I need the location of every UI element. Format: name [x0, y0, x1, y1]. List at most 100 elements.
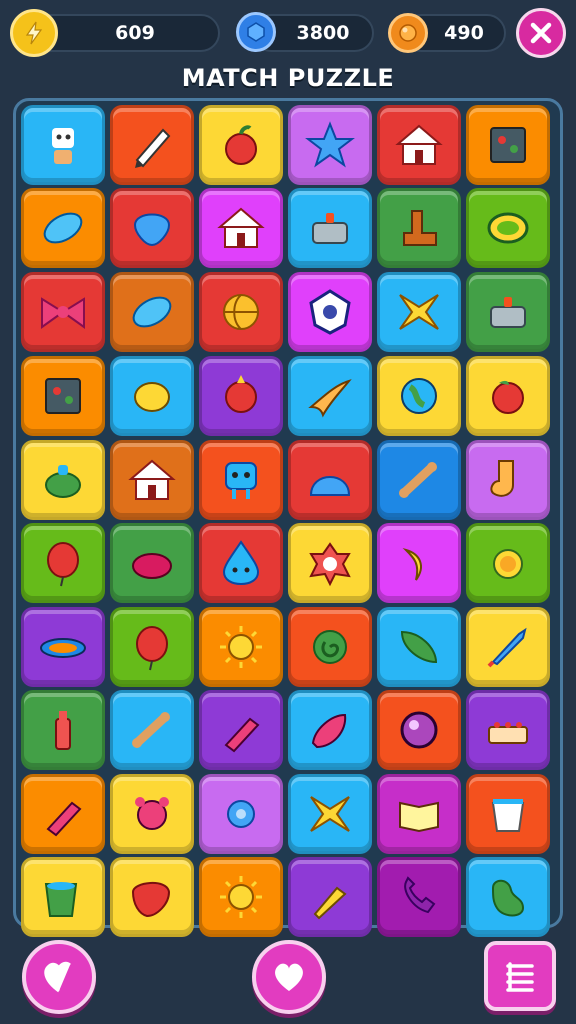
tile-r5-c4[interactable]	[288, 440, 372, 520]
bow-icon	[41, 297, 85, 329]
drop-face-icon	[222, 540, 260, 586]
tile-r1-c3[interactable]	[199, 105, 283, 185]
orb-icon	[400, 711, 438, 749]
house-icon	[217, 207, 265, 248]
tile-r6-c3[interactable]	[199, 523, 283, 603]
dome-icon	[309, 476, 351, 496]
tile-r1-c5[interactable]	[377, 105, 461, 185]
pot-icon	[312, 213, 348, 244]
tile-r10-c2[interactable]	[110, 857, 194, 937]
tile-r4-c2[interactable]	[110, 356, 194, 436]
boot-icon	[403, 210, 437, 246]
cup-icon	[491, 799, 525, 832]
tile-r8-c1[interactable]	[21, 690, 105, 770]
tile-r1-c4[interactable]	[288, 105, 372, 185]
tile-r6-c1[interactable]	[21, 523, 105, 603]
close-button[interactable]	[516, 8, 566, 58]
banana-icon	[402, 547, 422, 581]
pot-icon	[490, 297, 526, 328]
tile-r6-c2[interactable]	[110, 523, 194, 603]
teapot-icon	[45, 465, 81, 498]
left-action-button[interactable]	[22, 940, 96, 1014]
house-icon	[128, 459, 176, 500]
apple-icon	[225, 125, 257, 165]
tile-r7-c4[interactable]	[288, 607, 372, 687]
tile-r6-c5[interactable]	[377, 523, 461, 603]
bone-icon	[132, 712, 170, 748]
tile-r4-c6[interactable]	[466, 356, 550, 436]
tile-r7-c1[interactable]	[21, 607, 105, 687]
tile-r8-c4[interactable]	[288, 690, 372, 770]
heart-button[interactable]	[252, 940, 326, 1014]
leaf-icon	[400, 630, 438, 664]
tile-r7-c5[interactable]	[377, 607, 461, 687]
tile-r2-c5[interactable]	[377, 188, 461, 268]
tile-r7-c2[interactable]	[110, 607, 194, 687]
tile-r4-c4[interactable]	[288, 356, 372, 436]
blue-gem-icon	[236, 12, 276, 52]
saturn-icon	[40, 638, 86, 658]
tile-r10-c6[interactable]	[466, 857, 550, 937]
bottle-icon	[55, 711, 71, 750]
balloon-icon	[136, 626, 168, 671]
tile-r4-c3[interactable]	[199, 356, 283, 436]
tile-r7-c6[interactable]	[466, 607, 550, 687]
tile-r1-c1[interactable]	[21, 105, 105, 185]
menu-button[interactable]	[484, 941, 556, 1011]
tile-r4-c1[interactable]	[21, 356, 105, 436]
house-icon	[395, 124, 443, 165]
tile-r8-c3[interactable]	[199, 690, 283, 770]
tile-r5-c6[interactable]	[466, 440, 550, 520]
tile-r10-c5[interactable]	[377, 857, 461, 937]
sun-fruit-icon	[225, 375, 257, 413]
tile-r9-c2[interactable]	[110, 774, 194, 854]
page-title: MATCH PUZZLE	[181, 64, 395, 92]
tile-r3-c3[interactable]	[199, 272, 283, 352]
tile-r3-c2[interactable]	[110, 272, 194, 352]
sock-icon	[490, 460, 514, 497]
menu-icon	[506, 962, 534, 992]
tile-r2-c1[interactable]	[21, 188, 105, 268]
tile-r8-c2[interactable]	[110, 690, 194, 770]
tile-r1-c2[interactable]	[110, 105, 194, 185]
star-icon	[305, 121, 355, 168]
tile-r7-c3[interactable]	[199, 607, 283, 687]
tile-r4-c5[interactable]	[377, 356, 461, 436]
plum-icon	[132, 553, 172, 579]
tile-r5-c5[interactable]	[377, 440, 461, 520]
boomerang-icon	[308, 379, 352, 418]
tile-r2-c4[interactable]	[288, 188, 372, 268]
tile-r8-c5[interactable]	[377, 690, 461, 770]
tile-r9-c6[interactable]	[466, 774, 550, 854]
tile-r10-c4[interactable]	[288, 857, 372, 937]
tile-r3-c1[interactable]	[21, 272, 105, 352]
tile-r9-c4[interactable]	[288, 774, 372, 854]
tile-r6-c6[interactable]	[466, 523, 550, 603]
leaf-heart-icon	[44, 961, 71, 993]
sun-icon	[220, 876, 262, 918]
tile-r5-c2[interactable]	[110, 440, 194, 520]
flower-icon	[309, 542, 351, 587]
picture-frame-icon	[490, 127, 526, 163]
tile-r10-c1[interactable]	[21, 857, 105, 937]
tile-r10-c3[interactable]	[199, 857, 283, 937]
tile-r1-c6[interactable]	[466, 105, 550, 185]
tile-r3-c4[interactable]	[288, 272, 372, 352]
tile-r6-c4[interactable]	[288, 523, 372, 603]
tile-r5-c1[interactable]	[21, 440, 105, 520]
tile-r9-c1[interactable]	[21, 774, 105, 854]
tile-r3-c5[interactable]	[377, 272, 461, 352]
tile-r2-c2[interactable]	[110, 188, 194, 268]
tile-r3-c6[interactable]	[466, 272, 550, 352]
game-board	[13, 98, 563, 937]
tile-r9-c5[interactable]	[377, 774, 461, 854]
carrot-icon	[313, 886, 347, 920]
bear-icon	[135, 797, 169, 830]
tile-r9-c3[interactable]	[199, 774, 283, 854]
rocket-icon	[487, 627, 527, 668]
tile-r2-c6[interactable]	[466, 188, 550, 268]
turtle-icon	[493, 549, 523, 579]
tile-r8-c6[interactable]	[466, 690, 550, 770]
tile-r5-c3[interactable]	[199, 440, 283, 520]
tile-r2-c3[interactable]	[199, 188, 283, 268]
